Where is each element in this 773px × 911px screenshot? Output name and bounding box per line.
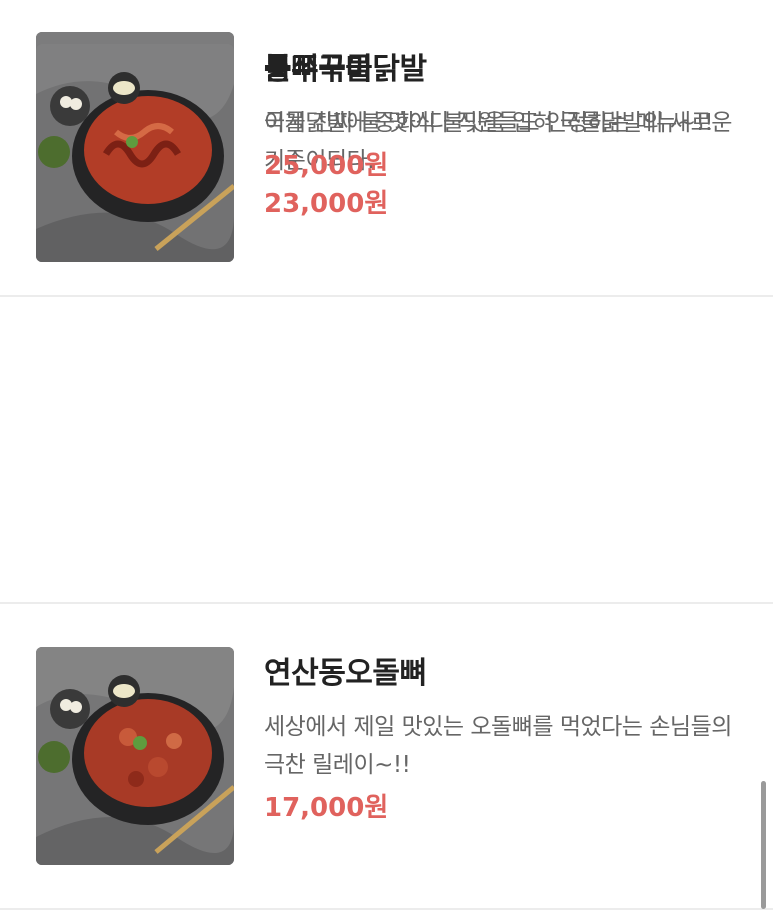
item-name: 불쭈꾸미 [264,52,373,87]
item-name: 연산동오돌뼈 [264,656,427,691]
scrollbar[interactable] [761,781,766,909]
item-divider [0,908,773,910]
spicy-cartilage-photo [36,647,234,865]
item-description: 이게 진짜 불 맛이다 직원들도 인정하는 메뉴~!! [264,110,713,136]
item-description: 세상에서 제일 맛있는 오돌뼈를 먹었다는 손님들의 극찬 릴레이~!! [264,714,732,778]
menu-list: 통뼈국물닭발 국물닭발에 중화식 불맛을 입혀 국물닭발의 새로운 기준이되다.… [0,0,773,911]
item-divider [0,602,773,604]
item-price: 25,000원 [264,151,389,181]
item-info: 불쭈꾸미 이게 진짜 불 맛이다 직원들도 인정하는 메뉴~!! 25,000원 [264,46,734,188]
menu-item[interactable]: 연산동오돌뼈 세상에서 제일 맛있는 오돌뼈를 먹었다는 손님들의 극찬 릴레이… [0,604,773,909]
menu-item[interactable]: 불쭈꾸미 이게 진짜 불 맛이다 직원들도 인정하는 메뉴~!! 25,000원 [0,0,773,296]
item-info: 연산동오돌뼈 세상에서 제일 맛있는 오돌뼈를 먹었다는 손님들의 극찬 릴레이… [264,650,734,830]
food-image [36,647,234,865]
item-price: 17,000원 [264,793,389,823]
food-image [36,44,234,262]
spicy-webfoot-octopus-photo [36,44,234,262]
